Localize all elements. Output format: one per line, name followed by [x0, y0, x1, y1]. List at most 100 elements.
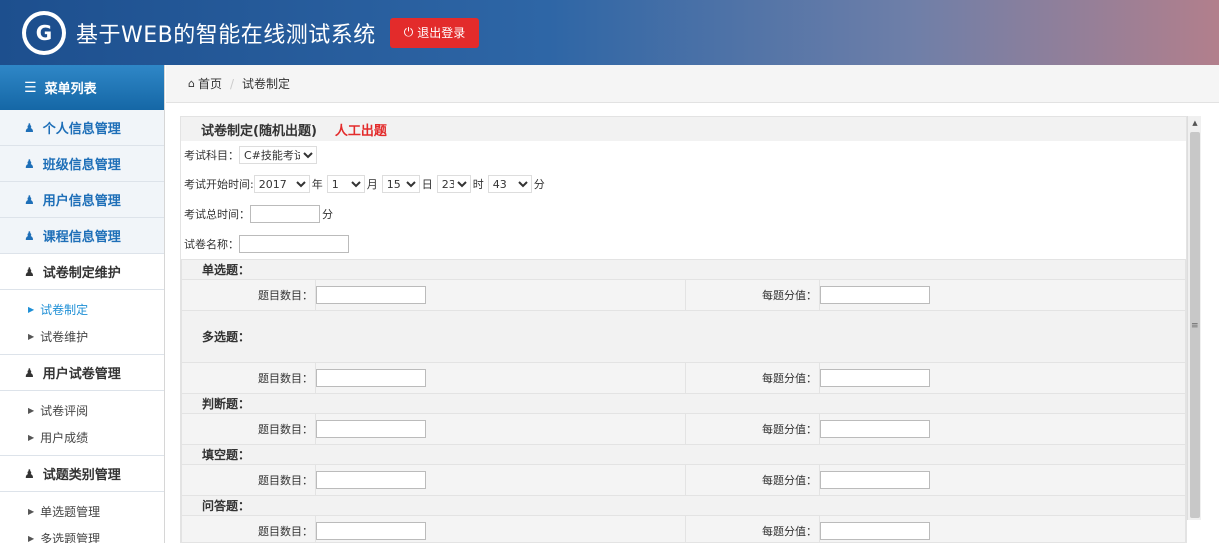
form-title: 试卷制定(随机出题) — [201, 123, 317, 139]
scroll-up-arrow-icon[interactable]: ▲ — [1188, 116, 1202, 130]
section-true-false: 判断题： — [181, 393, 1186, 414]
count-label: 题目数目： — [181, 464, 316, 496]
sidebar-item-class-info[interactable]: ♟ 班级信息管理 — [0, 146, 164, 182]
sidebar-item-user-paper[interactable]: ♟ 用户试卷管理 — [0, 355, 164, 391]
sidebar-item-paper-maintenance[interactable]: ♟ 试卷制定维护 — [0, 254, 164, 290]
breadcrumb-separator: / — [230, 76, 235, 91]
total-time-label: 考试总时间： — [184, 208, 250, 221]
sidebar-item-label: 课程信息管理 — [42, 230, 121, 245]
sidebar-item-label: 班级信息管理 — [42, 158, 121, 173]
logo-emblem: G — [26, 14, 62, 51]
count-label: 题目数目： — [181, 515, 316, 542]
user-icon: ♟ — [24, 228, 35, 243]
day-select[interactable]: 15 — [381, 175, 420, 193]
power-icon: ⏻ — [403, 25, 414, 39]
paper-name-input[interactable] — [239, 235, 349, 253]
fill-count-input[interactable] — [316, 471, 426, 489]
essay-score-input[interactable] — [820, 522, 930, 540]
day-unit: 日 — [421, 178, 433, 191]
user-icon: ♟ — [24, 156, 35, 171]
paper-name-row: 试卷名称： — [181, 229, 1186, 259]
sidebar-subitem-label: 用户成绩 — [40, 431, 89, 445]
minute-unit: 分 — [533, 178, 545, 191]
breadcrumb-current: 试卷制定 — [242, 77, 291, 91]
minute-select[interactable]: 43 — [487, 175, 532, 193]
subject-select[interactable]: C#技能考试 — [239, 146, 317, 164]
multi-count-input[interactable] — [316, 369, 426, 387]
section-title: 问答题： — [181, 495, 1186, 516]
section-essay: 问答题： — [181, 495, 1186, 516]
menu-header: ☰ 菜单列表 — [0, 65, 164, 110]
fill-score-input[interactable] — [820, 471, 930, 489]
caret-right-icon: ▶ — [28, 507, 35, 516]
sidebar-subitem-multi-choice[interactable]: ▶ 多选题管理 — [0, 525, 164, 543]
start-time-label: 考试开始时间: — [184, 178, 254, 191]
logo: G — [22, 10, 66, 55]
submenu-paper: ▶ 试卷制定 ▶ 试卷维护 — [0, 290, 164, 355]
subject-label: 考试科目： — [184, 149, 239, 162]
start-time-row: 考试开始时间: 2017 年 1 月 15 日 23 时 43 分 — [181, 169, 1186, 199]
section-multi-choice: 多选题： — [181, 310, 1186, 363]
paper-form-panel: 试卷制定(随机出题) 人工出题 考试科目： C#技能考试 考试开始时间: 201… — [180, 116, 1187, 543]
month-unit: 月 — [366, 178, 378, 191]
logout-label: 退出登录 — [417, 26, 466, 40]
sidebar-item-label: 个人信息管理 — [42, 122, 121, 137]
score-cell — [819, 279, 1186, 311]
app-header: G 基于WEB的智能在线测试系统 ⏻ 退出登录 — [0, 0, 1219, 65]
year-select[interactable]: 2017 — [253, 175, 310, 193]
fill-blank-config-row: 题目数目： 每题分值： — [181, 464, 1186, 496]
count-cell — [315, 279, 686, 311]
hour-unit: 时 — [472, 178, 484, 191]
sidebar-item-user-info[interactable]: ♟ 用户信息管理 — [0, 182, 164, 218]
score-cell — [819, 515, 1186, 542]
caret-right-icon: ▶ — [28, 305, 35, 314]
manual-question-link[interactable]: 人工出题 — [335, 120, 387, 139]
hour-select[interactable]: 23 — [436, 175, 471, 193]
single-score-input[interactable] — [820, 286, 930, 304]
user-icon: ♟ — [24, 192, 35, 207]
sidebar-subitem-label: 多选题管理 — [40, 532, 101, 543]
sidebar-item-label: 试题类别管理 — [42, 468, 121, 483]
sidebar-subitem-label: 试卷制定 — [40, 303, 89, 317]
sidebar-item-label: 试卷制定维护 — [42, 266, 121, 281]
sidebar-subitem-user-scores[interactable]: ▶ 用户成绩 — [0, 424, 164, 451]
breadcrumb-home[interactable]: 首页 — [198, 75, 222, 92]
tf-count-input[interactable] — [316, 420, 426, 438]
sidebar-subitem-label: 试卷评阅 — [40, 404, 89, 418]
count-label: 题目数目： — [181, 362, 316, 394]
caret-right-icon: ▶ — [28, 534, 35, 543]
essay-config-row: 题目数目： 每题分值： — [181, 515, 1186, 542]
user-icon: ♟ — [24, 120, 35, 135]
essay-count-input[interactable] — [316, 522, 426, 540]
single-choice-config-row: 题目数目： 每题分值： — [181, 279, 1186, 311]
score-label: 每题分值： — [685, 362, 820, 394]
single-count-input[interactable] — [316, 286, 426, 304]
tf-score-input[interactable] — [820, 420, 930, 438]
section-fill-blank: 填空题： — [181, 444, 1186, 465]
score-label: 每题分值： — [685, 279, 820, 311]
caret-right-icon: ▶ — [28, 433, 35, 442]
score-cell — [819, 464, 1186, 496]
sidebar-subitem-single-choice[interactable]: ▶ 单选题管理 — [0, 498, 164, 525]
sidebar-item-course-info[interactable]: ♟ 课程信息管理 — [0, 218, 164, 254]
sidebar: ☰ 菜单列表 ♟ 个人信息管理 ♟ 班级信息管理 ♟ 用户信息管理 ♟ 课程信息… — [0, 65, 165, 543]
list-icon: ☰ — [24, 79, 37, 96]
section-title: 单选题： — [181, 259, 1186, 280]
sidebar-subitem-paper-review[interactable]: ▶ 试卷评阅 — [0, 397, 164, 424]
logout-button[interactable]: ⏻ 退出登录 — [389, 17, 480, 48]
count-label: 题目数目： — [181, 413, 316, 445]
home-icon: ⌂ — [188, 77, 195, 90]
sidebar-subitem-paper-create[interactable]: ▶ 试卷制定 — [0, 296, 164, 323]
submenu-user-paper: ▶ 试卷评阅 ▶ 用户成绩 — [0, 391, 164, 456]
resize-grip-icon[interactable]: ≡ — [1191, 321, 1199, 331]
count-cell — [315, 362, 686, 394]
sidebar-subitem-label: 试卷维护 — [40, 330, 89, 344]
sidebar-subitem-paper-maintain[interactable]: ▶ 试卷维护 — [0, 323, 164, 350]
multi-score-input[interactable] — [820, 369, 930, 387]
subject-row: 考试科目： C#技能考试 — [181, 141, 1186, 169]
sidebar-item-personal-info[interactable]: ♟ 个人信息管理 — [0, 110, 164, 146]
month-select[interactable]: 1 — [326, 175, 365, 193]
content-scrollbar[interactable]: ▲ — [1187, 116, 1201, 520]
sidebar-item-question-category[interactable]: ♟ 试题类别管理 — [0, 456, 164, 492]
total-time-input[interactable] — [250, 205, 320, 223]
